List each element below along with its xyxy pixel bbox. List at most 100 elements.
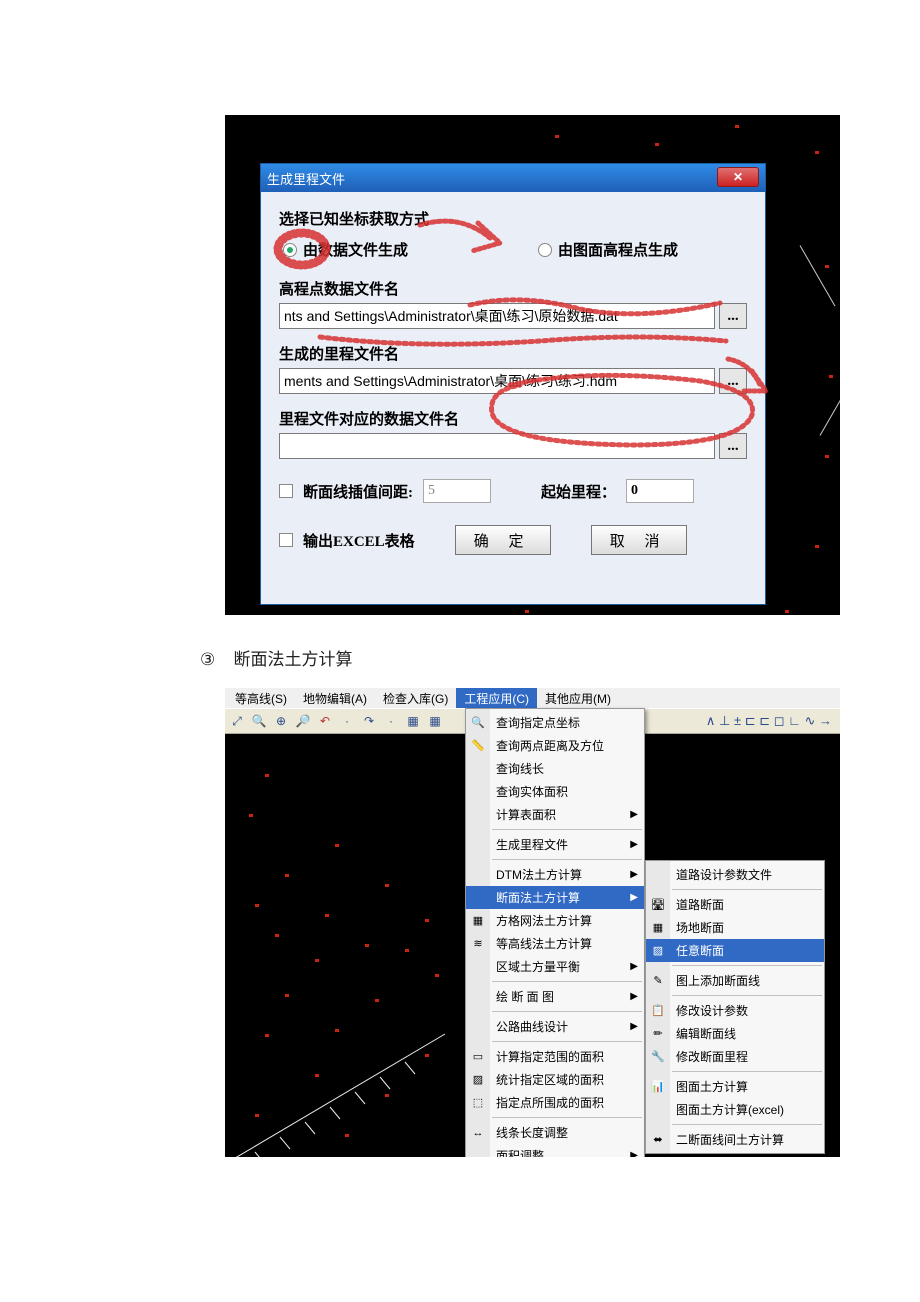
ok-button[interactable]: 确 定 (455, 525, 551, 555)
undo-icon[interactable]: ↶ (315, 711, 335, 731)
menu-item[interactable]: ▨任意断面 (646, 939, 824, 962)
menu-item[interactable]: 🔍查询指定点坐标 (466, 711, 644, 734)
menu-item-label: 场地断面 (676, 919, 724, 936)
menu-item[interactable]: DTM法土方计算 ▶ (466, 863, 644, 886)
menu-item-label: 查询线长 (496, 760, 544, 777)
menu-item[interactable]: ✏编辑断面线 (646, 1022, 824, 1045)
radio-group: 由数据文件生成 由图面高程点生成 (283, 239, 747, 260)
menu-item[interactable]: 面积调整▶ (466, 1144, 644, 1157)
menu-separator (672, 1071, 822, 1072)
cad-point (785, 610, 789, 613)
menu-item[interactable]: ↔线条长度调整 (466, 1121, 644, 1144)
menu-item[interactable]: ▨统计指定区域的面积 (466, 1068, 644, 1091)
menubar: 等高线(S)地物编辑(A)检查入库(G)工程应用(C)其他应用(M) (225, 688, 840, 708)
menu-item[interactable]: ▭计算指定范围的面积 (466, 1045, 644, 1068)
menu-item[interactable]: ⬌二断面线间土方计算 (646, 1128, 824, 1151)
cancel-button[interactable]: 取 消 (591, 525, 687, 555)
radio-from-datafile[interactable]: 由数据文件生成 (283, 239, 408, 260)
radio-from-map[interactable]: 由图面高程点生成 (538, 239, 678, 260)
dialog-titlebar[interactable]: 生成里程文件 ✕ (261, 164, 765, 192)
start-mileage-input[interactable]: 0 (626, 479, 694, 503)
engineering-app-menu: 🔍查询指定点坐标📏查询两点距离及方位查询线长查询实体面积计算表面积▶生成里程文件… (465, 708, 645, 1157)
menu-item[interactable]: 绘 断 面 图▶ (466, 985, 644, 1008)
menu-separator (672, 995, 822, 996)
menu-item[interactable]: 区域土方量平衡▶ (466, 955, 644, 978)
menu-item[interactable]: ⬚指定点所围成的面积 (466, 1091, 644, 1114)
menu-item[interactable]: 查询实体面积 (466, 780, 644, 803)
data-file2-input[interactable] (279, 433, 715, 459)
menu-item[interactable]: 生成里程文件▶ (466, 833, 644, 856)
menu-item[interactable]: 🛣道路断面 (646, 893, 824, 916)
browse-button[interactable]: ... (719, 368, 747, 394)
menubar-item[interactable]: 等高线(S) (227, 688, 295, 709)
step-text: 断面法土方计算 (234, 650, 353, 669)
zoom-window-icon[interactable]: ⊕ (271, 711, 291, 731)
chevron-right-icon: ▶ (630, 961, 638, 972)
menu-item-label: 二断面线间土方计算 (676, 1131, 784, 1148)
dialog-body: 选择已知坐标获取方式 由数据文件生成 由图面高程点生成 高程点数据文件名 nts… (261, 192, 765, 565)
interp-value-input[interactable]: 5 (423, 479, 491, 503)
radio-dot-icon (538, 243, 552, 257)
menubar-item[interactable]: 地物编辑(A) (295, 688, 375, 709)
interp-checkbox[interactable] (279, 484, 293, 498)
menubar-item[interactable]: 检查入库(G) (375, 688, 456, 709)
excel-checkbox[interactable] (279, 533, 293, 547)
radio-dot-icon (283, 243, 297, 257)
menu-item[interactable]: 📏查询两点距离及方位 (466, 734, 644, 757)
close-icon: ✕ (733, 170, 743, 184)
redo-icon[interactable]: ↷ (359, 711, 379, 731)
menu-item[interactable]: 计算表面积 ▶ (466, 803, 644, 826)
menu-item[interactable]: 公路曲线设计▶ (466, 1015, 644, 1038)
menu-item[interactable]: ▦方格网法土方计算 (466, 909, 644, 932)
output-file-input[interactable]: ments and Settings\Administrator\桌面\练习\练… (279, 368, 715, 394)
menu-item-label: 断面法土方计算 (496, 889, 580, 906)
elevation-file-input[interactable]: nts and Settings\Administrator\桌面\练习\原始数… (279, 303, 715, 329)
data-file2-label: 里程文件对应的数据文件名 (279, 408, 747, 429)
menu-item[interactable]: 图面土方计算(excel) (646, 1098, 824, 1121)
menu-item[interactable]: ▦场地断面 (646, 916, 824, 939)
ellipsis-icon: ... (727, 373, 738, 390)
menu-item[interactable]: 📋修改设计参数 (646, 999, 824, 1022)
menu-item-label: 查询指定点坐标 (496, 714, 580, 731)
menu-separator (492, 1011, 642, 1012)
browse-button[interactable]: ... (719, 303, 747, 329)
menubar-item[interactable]: 其他应用(M) (537, 688, 619, 709)
menu-item-label: 计算表面积 (496, 806, 556, 823)
menu-item-icon: ▭ (470, 1049, 486, 1065)
menu-item-icon: ⬚ (470, 1095, 486, 1111)
menu-item[interactable]: 📊图面土方计算 (646, 1075, 824, 1098)
chevron-right-icon: ▶ (630, 869, 638, 880)
menu-item-label: 图面土方计算(excel) (676, 1101, 784, 1118)
browse-button[interactable]: ... (719, 433, 747, 459)
start-mileage-label: 起始里程： (541, 481, 616, 502)
redo-icon[interactable]: · (337, 711, 357, 731)
menu-item-label: 道路设计参数文件 (676, 866, 772, 883)
chevron-right-icon: ▶ (630, 839, 638, 850)
menu-item-label: 修改设计参数 (676, 1002, 748, 1019)
menu-item[interactable]: 查询线长 (466, 757, 644, 780)
cad-point (825, 265, 829, 268)
menubar-item[interactable]: 工程应用(C) (456, 688, 537, 709)
palette-icon[interactable]: ▦ (403, 711, 423, 731)
menu-item[interactable]: 🔧修改断面里程 (646, 1045, 824, 1068)
zoom-extents-icon[interactable]: ⤢ (227, 711, 247, 731)
cad-point (655, 143, 659, 146)
menu-item-label: DTM法土方计算 (496, 866, 582, 883)
tool-icon[interactable]: · (381, 711, 401, 731)
menu-item[interactable]: 道路设计参数文件 (646, 863, 824, 886)
menu-item[interactable]: ≋等高线法土方计算 (466, 932, 644, 955)
menu-item-label: 绘 断 面 图 (496, 988, 554, 1005)
menu-item-label: 编辑断面线 (676, 1025, 736, 1042)
menu-item-label: 统计指定区域的面积 (496, 1071, 604, 1088)
cad-line (820, 392, 840, 436)
chevron-right-icon: ▶ (630, 809, 638, 820)
close-button[interactable]: ✕ (717, 167, 759, 187)
menu-item-label: 等高线法土方计算 (496, 935, 592, 952)
zoom-in-icon[interactable]: 🔍 (249, 711, 269, 731)
grid-icon[interactable]: ▦ (425, 711, 445, 731)
menu-item[interactable]: ✎图上添加断面线 (646, 969, 824, 992)
dialog-title: 生成里程文件 (267, 169, 345, 188)
output-file-label: 生成的里程文件名 (279, 343, 747, 364)
zoom-realtime-icon[interactable]: 🔎 (293, 711, 313, 731)
menu-item[interactable]: 断面法土方计算▶ (466, 886, 644, 909)
